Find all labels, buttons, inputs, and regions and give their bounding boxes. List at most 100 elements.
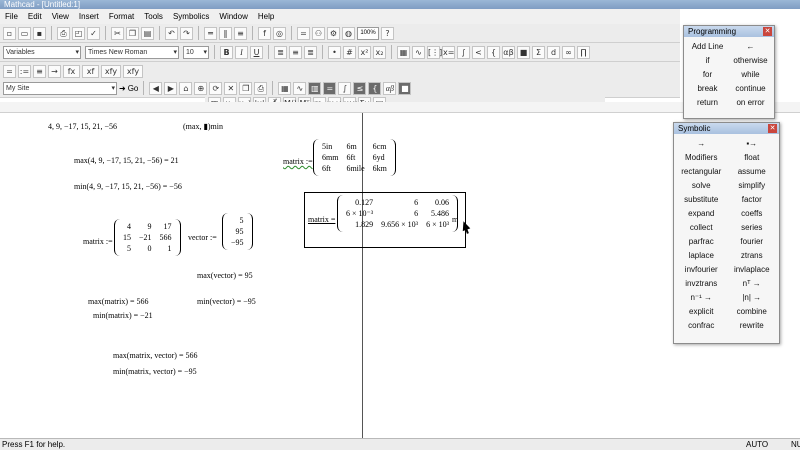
- align-down-icon[interactable]: ‖: [219, 26, 232, 40]
- local-assign-button[interactable]: ←: [729, 40, 772, 54]
- open-folder-icon[interactable]: ▭: [18, 26, 31, 40]
- transpose-eval-button[interactable]: nᵀ →: [727, 277, 778, 291]
- determinant-eval-button[interactable]: |n| →: [727, 291, 778, 305]
- programming-palette-title-bar[interactable]: Programming ✕: [684, 26, 774, 37]
- fourier-button[interactable]: fourier: [727, 235, 778, 249]
- derivative-icon[interactable]: d: [547, 45, 560, 59]
- bold-button[interactable]: B: [220, 45, 233, 59]
- symbolic-eval-button[interactable]: →: [676, 137, 727, 151]
- align-across-icon[interactable]: ═: [204, 26, 217, 40]
- copy-icon[interactable]: ❐: [126, 26, 139, 40]
- matrix-definition-label[interactable]: matrix :=: [83, 237, 113, 246]
- italic-button[interactable]: I: [235, 45, 248, 59]
- invfourier-button[interactable]: invfourier: [676, 263, 727, 277]
- copy-url-icon[interactable]: ❐: [239, 81, 253, 95]
- go-button[interactable]: ➜ Go: [119, 84, 138, 93]
- font-size-select[interactable]: 10: [183, 45, 209, 59]
- resource-select[interactable]: My Site: [3, 81, 117, 95]
- insert-function-icon[interactable]: f: [258, 26, 271, 40]
- min-vector-eval[interactable]: min(vector) = −95: [197, 297, 256, 306]
- matrix-palette-icon[interactable]: ▥: [308, 81, 322, 95]
- otherwise-button[interactable]: otherwise: [729, 54, 772, 68]
- confrac-button[interactable]: confrac: [676, 319, 727, 333]
- refresh-icon[interactable]: ⟳: [209, 81, 223, 95]
- substitute-button[interactable]: substitute: [676, 193, 727, 207]
- symbolic-palette-icon[interactable]: ■: [398, 81, 412, 95]
- web-icon[interactable]: ⊕: [194, 81, 208, 95]
- float-button[interactable]: float: [727, 151, 778, 165]
- argument-list[interactable]: 4, 9, −17, 15, 21, −56: [48, 122, 117, 131]
- superscript-icon[interactable]: x²: [358, 45, 371, 59]
- calculus-toolbar-icon[interactable]: ∫: [457, 45, 470, 59]
- print-icon[interactable]: ⎙: [57, 26, 70, 40]
- invztrans-button[interactable]: invztrans: [676, 277, 727, 291]
- product-icon[interactable]: ∏: [577, 45, 590, 59]
- new-document-icon[interactable]: ▫: [3, 26, 16, 40]
- numbering-icon[interactable]: #: [343, 45, 356, 59]
- evaluation-palette-icon[interactable]: =: [323, 81, 337, 95]
- menu-tools[interactable]: Tools: [139, 12, 168, 21]
- menu-file[interactable]: File: [0, 12, 23, 21]
- stop-icon[interactable]: ✕: [224, 81, 238, 95]
- max-vector-eval[interactable]: max(vector) = 95: [197, 271, 253, 280]
- infix-operator-button[interactable]: xfy: [101, 64, 121, 78]
- limit-icon[interactable]: ∞: [562, 45, 575, 59]
- combine-button[interactable]: combine: [727, 305, 778, 319]
- max-min-template[interactable]: (max, ▮)min: [183, 122, 223, 131]
- symbolic-eval-button[interactable]: →: [48, 64, 61, 78]
- programming-palette-icon[interactable]: {: [368, 81, 382, 95]
- style-select[interactable]: Variables: [3, 45, 81, 59]
- menu-format[interactable]: Format: [104, 12, 139, 21]
- break-button[interactable]: break: [686, 82, 729, 96]
- graph-palette-icon[interactable]: ∿: [293, 81, 307, 95]
- back-icon[interactable]: ◀: [149, 81, 163, 95]
- menu-help[interactable]: Help: [253, 12, 279, 21]
- while-button[interactable]: while: [729, 68, 772, 82]
- matrix-3x3[interactable]: 4 9 17 15 −21 566 5 0 1: [114, 219, 181, 256]
- eval-equals-button[interactable]: =: [3, 64, 16, 78]
- close-icon[interactable]: ✕: [768, 124, 777, 133]
- graph-toolbar-icon[interactable]: ∿: [412, 45, 425, 59]
- menu-symbolics[interactable]: Symbolics: [168, 12, 214, 21]
- continue-button[interactable]: continue: [729, 82, 772, 96]
- boolean-palette-icon[interactable]: ≤: [353, 81, 367, 95]
- resource-center-icon[interactable]: ◍: [342, 26, 355, 40]
- units-matrix[interactable]: 5in 6m 6cm 6mm 6ft 6yd 6ft 6mile 6km: [313, 139, 396, 176]
- on-error-button[interactable]: on error: [729, 96, 772, 110]
- vector-column[interactable]: 5 95 −95: [222, 213, 253, 250]
- calculator-palette-icon[interactable]: ▦: [278, 81, 292, 95]
- ztrans-button[interactable]: ztrans: [727, 249, 778, 263]
- programming-toolbar-icon[interactable]: {: [487, 45, 500, 59]
- save-icon[interactable]: ▪: [33, 26, 46, 40]
- menu-view[interactable]: View: [47, 12, 74, 21]
- print-page-icon[interactable]: ⎙: [254, 81, 268, 95]
- matrix-toolbar-icon[interactable]: [⋮]: [427, 45, 442, 59]
- max-matrix-vector-eval[interactable]: max(matrix, vector) = 566: [113, 351, 197, 360]
- units-matrix-eval-label[interactable]: matrix =: [308, 215, 335, 224]
- calculus-palette-icon[interactable]: ∫: [338, 81, 352, 95]
- subscript-icon[interactable]: x₂: [373, 45, 386, 59]
- unit-placeholder[interactable]: m: [452, 215, 458, 224]
- min-matrix-eval[interactable]: min(matrix) = −21: [93, 311, 153, 320]
- home-icon[interactable]: ⌂: [179, 81, 193, 95]
- global-def-button[interactable]: ≡: [33, 64, 46, 78]
- undo-icon[interactable]: ↶: [165, 26, 178, 40]
- help-icon[interactable]: ?: [381, 26, 394, 40]
- series-button[interactable]: series: [727, 221, 778, 235]
- result-matrix[interactable]: 0.127 6 0.06 6 × 10⁻³ 6 5.486 1.829 9.656 × 1…: [337, 195, 458, 232]
- rewrite-button[interactable]: rewrite: [727, 319, 778, 333]
- invlaplace-button[interactable]: invlaplace: [727, 263, 778, 277]
- factor-button[interactable]: factor: [727, 193, 778, 207]
- align-left-icon[interactable]: ≣: [274, 45, 287, 59]
- zoom-select[interactable]: 100%: [357, 26, 379, 40]
- cut-icon[interactable]: ✂: [111, 26, 124, 40]
- parfrac-button[interactable]: parfrac: [676, 235, 727, 249]
- prefix-operator-button[interactable]: fx: [63, 64, 80, 78]
- insert-component-icon[interactable]: ⚙: [327, 26, 340, 40]
- spell-check-icon[interactable]: ✓: [87, 26, 100, 40]
- vector-definition-label[interactable]: vector :=: [188, 233, 217, 242]
- align-center-icon[interactable]: ≡: [289, 45, 302, 59]
- insert-unit-icon[interactable]: ◎: [273, 26, 286, 40]
- definition-button[interactable]: :=: [18, 64, 31, 78]
- greek-toolbar-icon[interactable]: αβ: [502, 45, 515, 59]
